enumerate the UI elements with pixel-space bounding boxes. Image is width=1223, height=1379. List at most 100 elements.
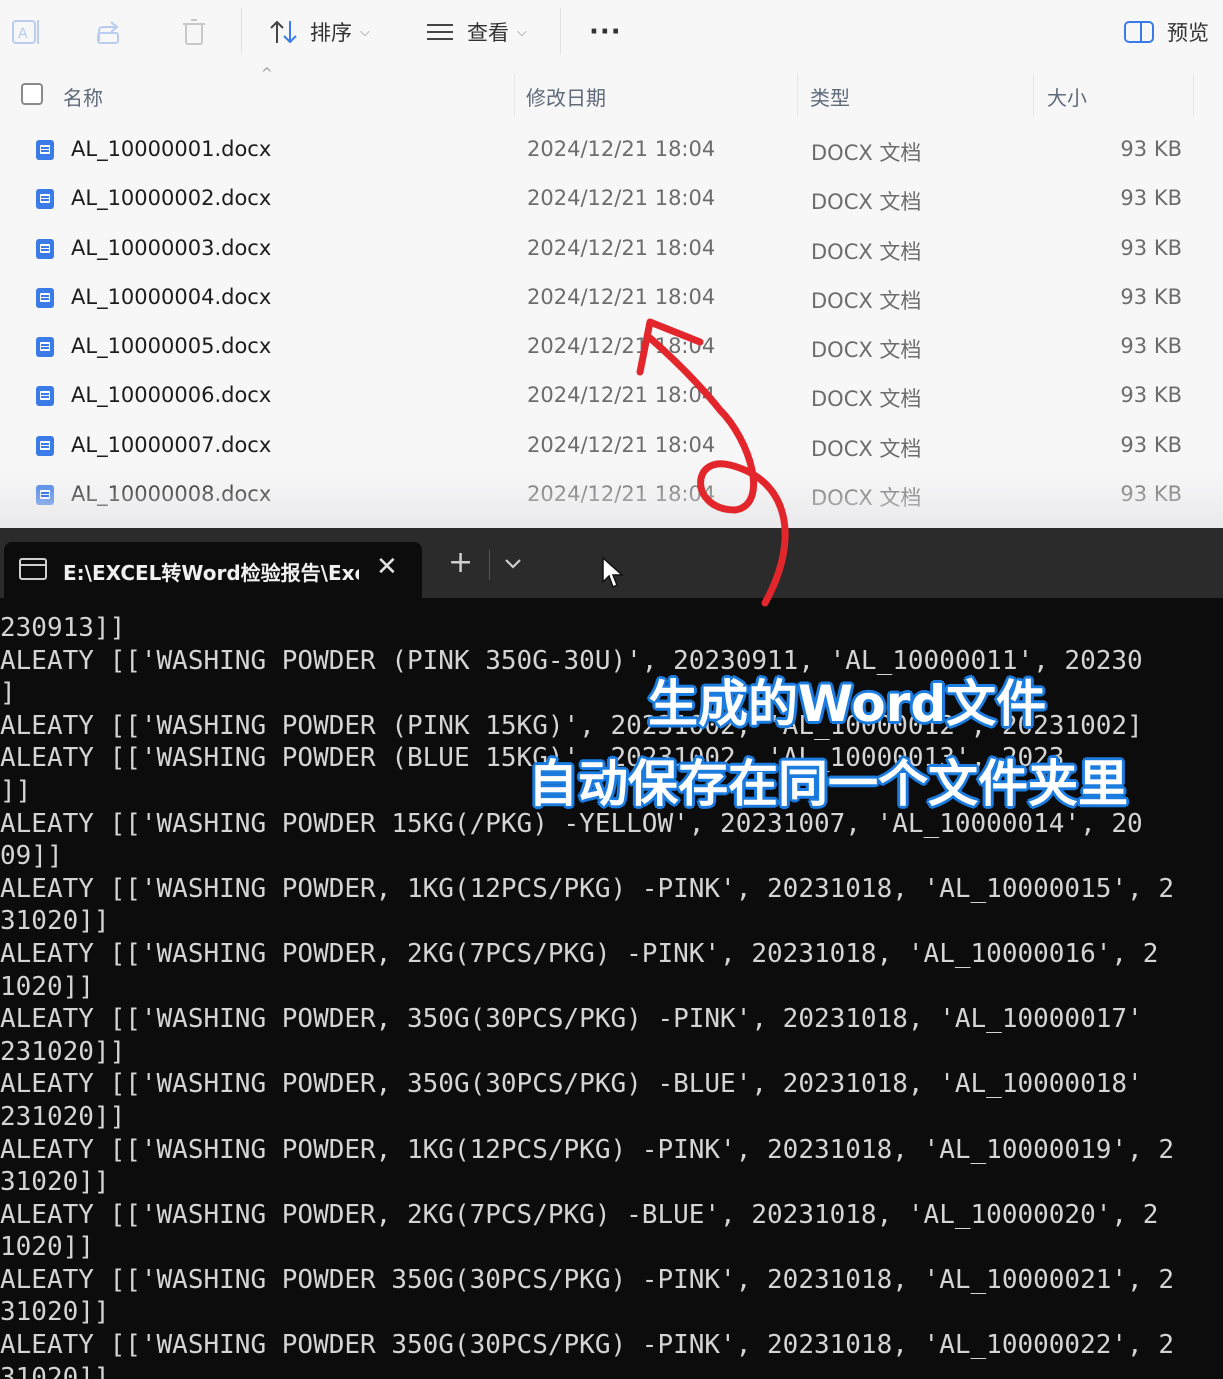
column-header-size[interactable]: 大小 bbox=[1047, 82, 1087, 111]
console-line: 09]] bbox=[0, 841, 63, 872]
console-line: ALEATY [['WASHING POWDER, 2KG(7PCS/PKG) … bbox=[0, 1199, 1159, 1230]
console-icon bbox=[19, 558, 47, 580]
command-bar: A 排序 ⌵ 查看 ⌵ ··· 预览 bbox=[0, 0, 1223, 66]
column-resize-handle[interactable] bbox=[797, 74, 798, 116]
file-name: AL_10000005.docx bbox=[71, 334, 272, 359]
console-line: ALEATY [['WASHING POWDER, 1KG(12PCS/PKG)… bbox=[0, 1134, 1174, 1165]
word-doc-icon bbox=[36, 386, 54, 407]
column-resize-handle[interactable] bbox=[1033, 74, 1034, 116]
close-tab-button[interactable]: ✕ bbox=[376, 552, 398, 582]
console-line: 231020]] bbox=[0, 1036, 126, 1067]
file-row[interactable]: AL_10000002.docx 2024/12/21 18:04 DOCX 文档 9… bbox=[0, 175, 1223, 224]
file-size: 93 KB bbox=[1120, 334, 1182, 359]
console-line: 1020]] bbox=[0, 1232, 94, 1263]
preview-pane-icon bbox=[1124, 21, 1154, 43]
terminal-tab-title: E:\EXCEL转Word检验报告\Exc bbox=[63, 561, 359, 583]
caption-line-2: 自动保存在同一个文件夹里 bbox=[528, 755, 1128, 813]
explorer-bottom-fade bbox=[0, 470, 1223, 528]
file-name: AL_10000006.docx bbox=[71, 383, 272, 408]
file-size: 93 KB bbox=[1120, 432, 1182, 457]
new-tab-button[interactable]: + bbox=[448, 548, 473, 578]
file-type: DOCX 文档 bbox=[811, 338, 922, 363]
file-row[interactable]: AL_10000005.docx 2024/12/21 18:04 DOCX 文档 9… bbox=[0, 323, 1223, 372]
console-line: 31020]] bbox=[0, 1167, 110, 1198]
file-size: 93 KB bbox=[1120, 186, 1182, 211]
more-icon: ··· bbox=[589, 17, 622, 47]
view-label: 查看 bbox=[467, 21, 509, 45]
word-doc-icon bbox=[36, 189, 54, 210]
file-type: DOCX 文档 bbox=[811, 190, 922, 215]
column-resize-handle[interactable] bbox=[1193, 74, 1194, 116]
sort-icon bbox=[270, 20, 297, 44]
file-list: AL_10000001.docx 2024/12/21 18:04 DOCX 文档 9… bbox=[0, 126, 1223, 520]
share-button[interactable] bbox=[95, 10, 125, 54]
rename-icon: A bbox=[12, 20, 39, 44]
console-line: 31020]] bbox=[0, 906, 110, 937]
word-doc-icon bbox=[36, 238, 54, 259]
console-line: ALEATY [['WASHING POWDER 350G(30PCS/PKG)… bbox=[0, 1264, 1174, 1295]
toolbar-divider bbox=[560, 8, 561, 54]
tab-dropdown-button[interactable] bbox=[503, 556, 523, 575]
console-line: ALEATY [['WASHING POWDER, 350G(30PCS/PKG… bbox=[0, 1004, 1143, 1035]
file-type: DOCX 文档 bbox=[811, 288, 922, 313]
chevron-down-icon bbox=[505, 559, 521, 569]
file-type: DOCX 文档 bbox=[811, 141, 922, 165]
more-options-button[interactable]: ··· bbox=[589, 10, 622, 54]
console-line: 31020]] bbox=[0, 1297, 110, 1328]
file-row[interactable]: AL_10000004.docx 2024/12/21 18:04 DOCX 文档 9… bbox=[0, 274, 1223, 323]
console-line: ALEATY [['WASHING POWDER 350G(30PCS/PKG)… bbox=[0, 1330, 1174, 1361]
file-modified: 2024/12/21 18:04 bbox=[527, 137, 716, 161]
file-type: DOCX 文档 bbox=[811, 387, 922, 412]
file-name: AL_10000002.docx bbox=[71, 186, 272, 211]
console-line: ALEATY [['WASHING POWDER, 350G(30PCS/PKG… bbox=[0, 1069, 1143, 1100]
file-modified: 2024/12/21 18:04 bbox=[527, 186, 716, 211]
word-doc-icon bbox=[36, 287, 54, 308]
file-row[interactable]: AL_10000003.docx 2024/12/21 18:04 DOCX 文档 9… bbox=[0, 225, 1223, 274]
preview-label: 预览 bbox=[1167, 21, 1209, 45]
terminal-window: E:\EXCEL转Word检验报告\Exc ✕ + 230913]] ALEATY… bbox=[0, 528, 1223, 1379]
file-type: DOCX 文档 bbox=[811, 239, 922, 264]
mouse-cursor-icon bbox=[601, 556, 625, 594]
delete-button[interactable] bbox=[180, 10, 208, 54]
file-row[interactable]: AL_10000007.docx 2024/12/21 18:04 DOCX 文档 9… bbox=[0, 422, 1223, 471]
terminal-tab-bar: E:\EXCEL转Word检验报告\Exc ✕ + bbox=[0, 528, 1223, 598]
file-size: 93 KB bbox=[1120, 383, 1182, 408]
rename-button[interactable]: A bbox=[10, 10, 42, 54]
share-icon bbox=[97, 21, 119, 44]
trash-icon bbox=[183, 19, 205, 45]
file-name: AL_10000007.docx bbox=[71, 432, 272, 457]
column-header-modified[interactable]: 修改日期 bbox=[526, 82, 606, 111]
file-modified: 2024/12/21 18:04 bbox=[527, 383, 716, 408]
file-modified: 2024/12/21 18:04 bbox=[527, 235, 716, 260]
chevron-down-icon: ⌵ bbox=[517, 24, 527, 40]
file-row[interactable]: AL_10000001.docx 2024/12/21 18:04 DOCX 文档 9… bbox=[0, 126, 1223, 175]
console-line: ALEATY [['WASHING POWDER, 1KG(12PCS/PKG)… bbox=[0, 873, 1174, 904]
file-name: AL_10000003.docx bbox=[71, 235, 272, 260]
terminal-tab[interactable]: E:\EXCEL转Word检验报告\Exc ✕ bbox=[4, 542, 422, 598]
sort-button[interactable]: 排序 ⌵ bbox=[268, 10, 370, 54]
console-line: 31020]] bbox=[0, 1362, 110, 1379]
view-button[interactable]: 查看 ⌵ bbox=[425, 10, 527, 54]
file-size: 93 KB bbox=[1120, 235, 1182, 260]
caption-line-1: 生成的Word文件 bbox=[648, 675, 1047, 733]
column-resize-handle[interactable] bbox=[514, 74, 515, 116]
console-line: ALEATY [['WASHING POWDER, 2KG(7PCS/PKG) … bbox=[0, 938, 1159, 969]
column-header-type[interactable]: 类型 bbox=[810, 82, 850, 111]
file-size: 93 KB bbox=[1120, 284, 1182, 309]
file-name: AL_10000004.docx bbox=[71, 284, 272, 309]
file-modified: 2024/12/21 18:04 bbox=[527, 334, 716, 359]
sort-label: 排序 bbox=[310, 21, 352, 45]
console-line: 231020]] bbox=[0, 1101, 126, 1132]
chevron-down-icon: ⌵ bbox=[360, 24, 370, 40]
list-view-icon bbox=[427, 24, 453, 40]
file-explorer: A 排序 ⌵ 查看 ⌵ ··· 预览 ^ 名称 修改日期 类型 大小 AL_10… bbox=[0, 0, 1223, 528]
file-type: DOCX 文档 bbox=[811, 436, 922, 461]
file-modified: 2024/12/21 18:04 bbox=[527, 432, 716, 457]
column-header-row: 名称 修改日期 类型 大小 bbox=[0, 70, 1223, 120]
word-doc-icon bbox=[36, 140, 54, 160]
column-header-name[interactable]: 名称 bbox=[63, 82, 103, 111]
preview-pane-button[interactable]: 预览 bbox=[1123, 10, 1209, 54]
screen: A 排序 ⌵ 查看 ⌵ ··· 预览 ^ 名称 修改日期 类型 大小 AL_10… bbox=[0, 0, 1223, 1379]
file-row[interactable]: AL_10000006.docx 2024/12/21 18:04 DOCX 文档 9… bbox=[0, 372, 1223, 421]
console-line: 230913]] bbox=[0, 613, 126, 643]
